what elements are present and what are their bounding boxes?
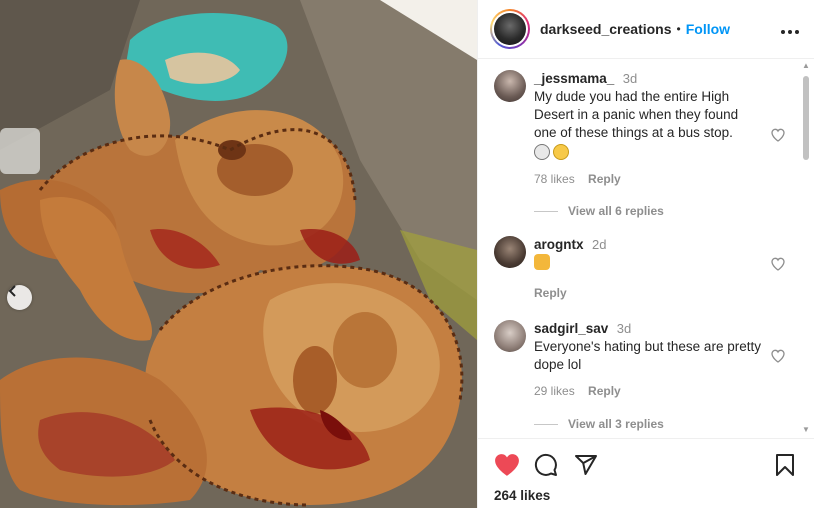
author-avatar[interactable] — [490, 9, 530, 49]
heart-outline-icon[interactable] — [770, 256, 786, 272]
author-username[interactable]: darkseed_creations — [540, 21, 672, 37]
more-options-icon[interactable] — [780, 18, 800, 41]
replies-divider — [534, 423, 558, 425]
reply-button[interactable]: Reply — [588, 172, 621, 186]
comment-likes[interactable]: 29 likes — [534, 384, 575, 398]
comment-icon[interactable] — [534, 453, 558, 477]
commenter-username[interactable]: sadgirl_sav — [534, 321, 608, 336]
author-avatar-border — [492, 11, 528, 47]
comment-body: sadgirl_sav 3d Everyone's hating but the… — [534, 320, 762, 398]
comment-body: arogntx 2d Reply — [534, 236, 762, 300]
view-replies-label: View all 3 replies — [568, 417, 664, 431]
comment-list[interactable]: _jessmama_ 3d My dude you had the entire… — [478, 60, 801, 438]
commenter-avatar[interactable] — [494, 320, 526, 352]
replies-divider — [534, 210, 558, 212]
post-image — [0, 0, 477, 508]
heart-outline-icon[interactable] — [770, 348, 786, 364]
reply-button[interactable]: Reply — [534, 286, 567, 300]
comment-meta: 78 likes Reply — [534, 172, 762, 186]
previous-image-button[interactable] — [7, 285, 32, 310]
comment-emojis — [534, 144, 762, 162]
post-media[interactable] — [0, 0, 477, 508]
commenter-username[interactable]: _jessmama_ — [534, 71, 614, 86]
comment-body: _jessmama_ 3d My dude you had the entire… — [534, 70, 762, 186]
comment-text — [534, 254, 762, 272]
comment-timestamp[interactable]: 2d — [592, 237, 606, 252]
scroll-down-arrow-icon[interactable]: ▼ — [802, 426, 810, 434]
comment-item: arogntx 2d Reply — [494, 236, 794, 300]
comment-timestamp[interactable]: 3d — [617, 321, 631, 336]
view-replies-button[interactable]: View all 3 replies — [534, 417, 664, 431]
commenter-username[interactable]: arogntx — [534, 237, 584, 252]
author-avatar-image — [494, 13, 526, 45]
follow-button[interactable]: Follow — [686, 21, 730, 37]
heart-filled-icon[interactable] — [494, 453, 520, 477]
skull-icon — [534, 144, 550, 160]
post-header: darkseed_creations • Follow — [478, 0, 814, 59]
ellipsis-icon — [781, 29, 799, 34]
header-separator: • — [676, 22, 681, 36]
heart-outline-icon[interactable] — [770, 127, 786, 143]
comment-text: My dude you had the entire High Desert i… — [534, 88, 762, 162]
post-dialog: darkseed_creations • Follow _jessmama_ 3… — [0, 0, 814, 508]
comment-timestamp[interactable]: 3d — [623, 71, 637, 86]
post-sidebar: darkseed_creations • Follow _jessmama_ 3… — [477, 0, 814, 508]
scroll-thumb[interactable] — [803, 76, 809, 160]
comment-text: Everyone's hating but these are pretty d… — [534, 339, 761, 372]
clapping-hands-icon — [534, 254, 550, 270]
scroll-up-arrow-icon[interactable]: ▲ — [802, 62, 810, 70]
comment-text-content: My dude you had the entire High Desert i… — [534, 89, 739, 140]
comment-item: sadgirl_sav 3d Everyone's hating but the… — [494, 320, 794, 400]
view-replies-label: View all 6 replies — [568, 204, 664, 218]
commenter-avatar[interactable] — [494, 70, 526, 102]
commenter-avatar[interactable] — [494, 236, 526, 268]
share-icon[interactable] — [574, 453, 598, 477]
comment-meta: 29 likes Reply — [534, 384, 762, 398]
comment-item: _jessmama_ 3d My dude you had the entire… — [494, 70, 794, 190]
chevron-left-icon — [8, 285, 16, 297]
comments-scrollbar[interactable]: ▲ ▼ — [802, 62, 810, 434]
view-replies-button[interactable]: View all 6 replies — [534, 204, 664, 218]
grinning-sweat-icon — [553, 144, 569, 160]
post-actions: 264 likes — [478, 438, 814, 508]
comment-meta: Reply — [534, 286, 762, 300]
bookmark-icon[interactable] — [774, 453, 796, 477]
reply-button[interactable]: Reply — [588, 384, 621, 398]
likes-count[interactable]: 264 likes — [494, 488, 550, 503]
comment-likes[interactable]: 78 likes — [534, 172, 575, 186]
